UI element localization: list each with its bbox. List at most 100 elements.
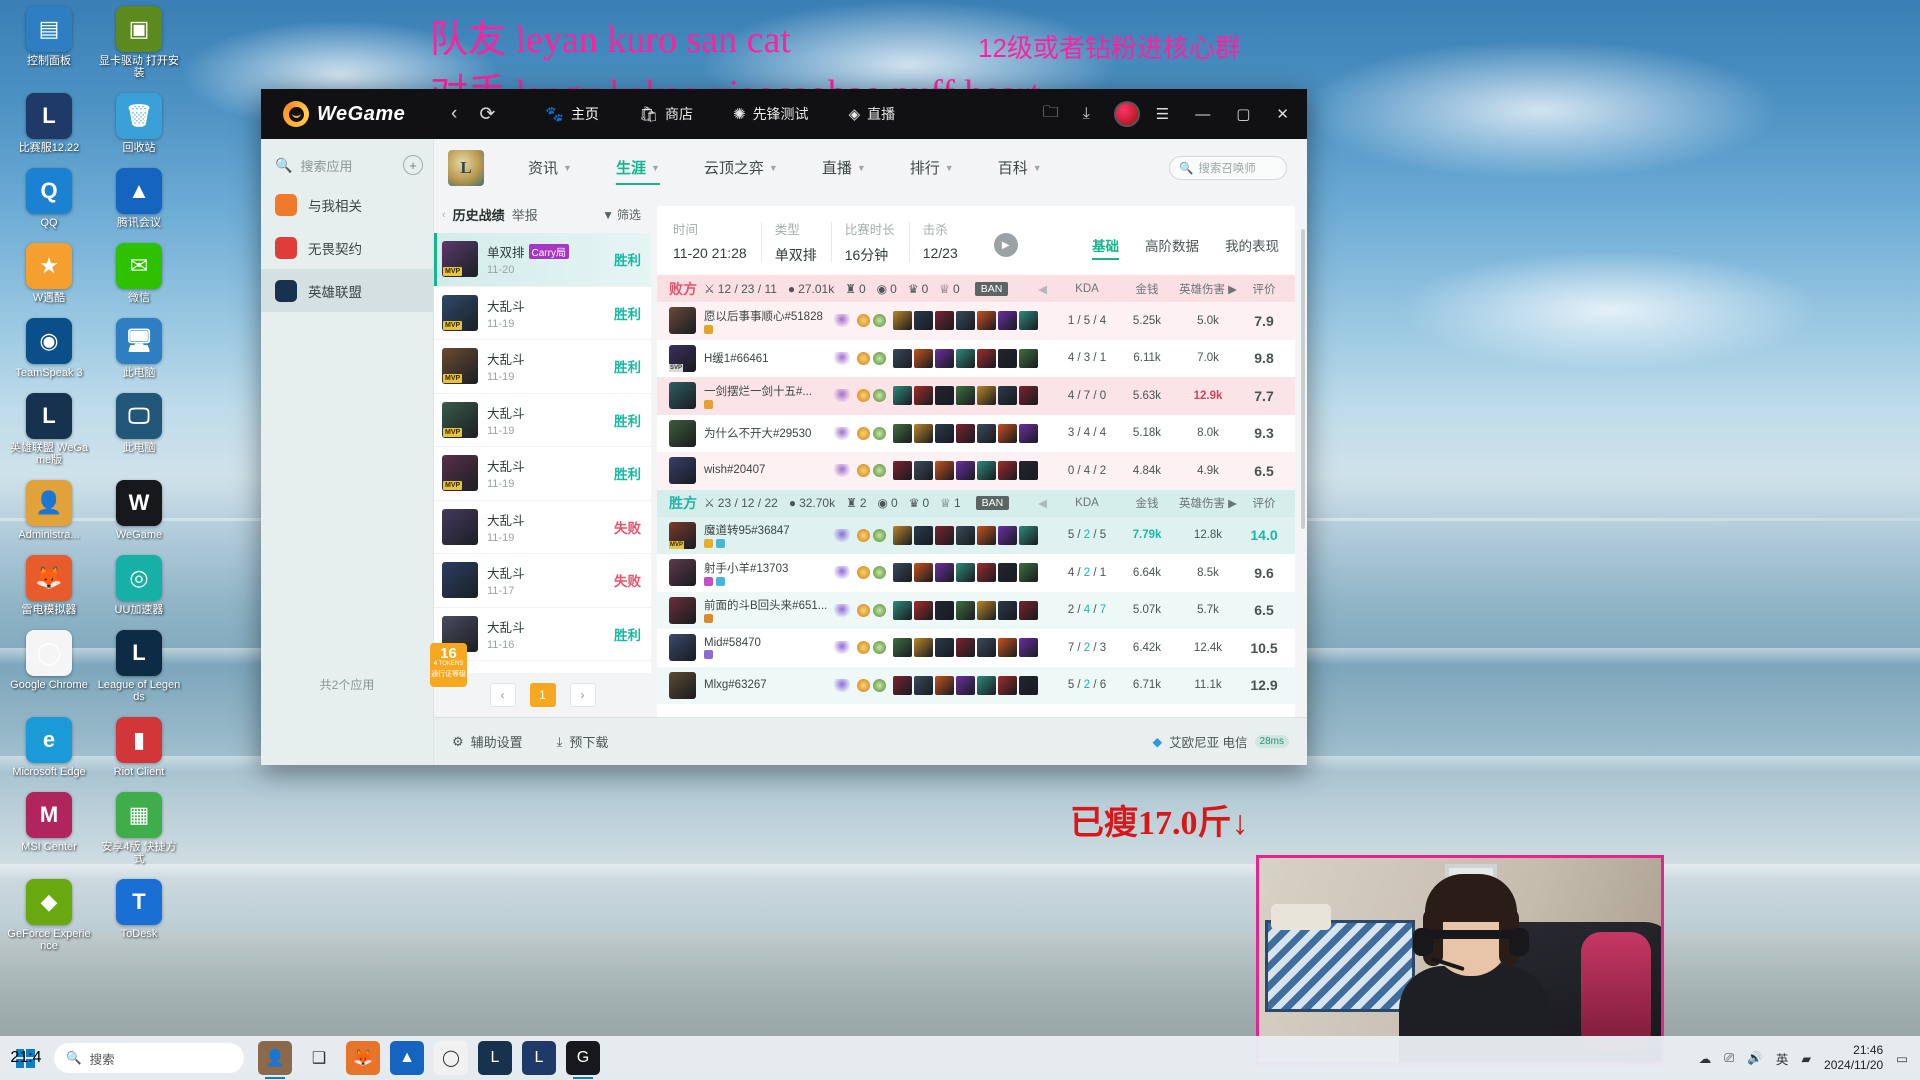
desktop-icon[interactable]: ▤ 控制面板 <box>6 6 92 67</box>
spell-1-icon[interactable] <box>857 351 870 365</box>
lol-tab-百科[interactable]: 百科 ▼ <box>976 157 1064 178</box>
item-slot[interactable] <box>935 423 954 443</box>
item-slot[interactable] <box>977 311 996 331</box>
item-slot[interactable] <box>893 638 912 658</box>
item-slot[interactable] <box>998 563 1017 583</box>
champion-portrait[interactable]: SVP <box>669 344 696 372</box>
spell-2-icon[interactable] <box>873 678 886 692</box>
item-slot[interactable] <box>935 600 954 620</box>
player-name[interactable]: H缓1#66461 <box>704 350 832 366</box>
taskbar-webcam-app[interactable]: 👤 <box>258 1041 292 1079</box>
ban-label[interactable]: BAN <box>975 496 1010 510</box>
desktop-icon[interactable]: 🗑 回收站 <box>96 93 182 154</box>
desktop-icon[interactable]: 🖥 此电脑 <box>96 318 182 379</box>
spell-2-icon[interactable] <box>873 603 886 617</box>
player-name[interactable]: 一剑摆烂一剑十五#... <box>704 383 832 399</box>
item-slot[interactable] <box>977 525 996 545</box>
player-row[interactable]: SVP H缓1#66461 4 / 3 / 1 6.11k 7.0k 9.8 <box>657 339 1295 377</box>
spell-1-icon[interactable] <box>857 389 870 403</box>
download-icon[interactable]: ⤓ <box>1083 105 1090 123</box>
match-row[interactable]: MVP 大乱斗 11-19 胜利 <box>434 340 651 394</box>
chevron-left-icon[interactable]: ◀ <box>1038 496 1047 510</box>
item-slot[interactable] <box>956 563 975 583</box>
item-slot[interactable] <box>998 461 1017 481</box>
item-slot[interactable] <box>935 675 954 695</box>
filter-button[interactable]: ▼ 筛选 <box>602 206 641 223</box>
spell-2-icon[interactable] <box>873 426 886 440</box>
item-slot[interactable] <box>935 311 954 331</box>
spell-2-icon[interactable] <box>873 528 886 542</box>
detail-tab-高阶数据[interactable]: 高阶数据 <box>1145 235 1199 260</box>
titlebar-tab-直播[interactable]: ◈ 直播 <box>849 104 896 124</box>
item-slot[interactable] <box>914 348 933 368</box>
item-slot[interactable] <box>977 348 996 368</box>
item-slot[interactable] <box>1019 423 1038 443</box>
spell-2-icon[interactable] <box>873 351 886 365</box>
taskbar-wegame-app[interactable]: G <box>566 1041 600 1079</box>
champion-portrait[interactable] <box>669 596 696 624</box>
item-slot[interactable] <box>893 461 912 481</box>
detail-tab-我的表现[interactable]: 我的表现 <box>1225 235 1279 260</box>
menu-icon[interactable]: ☰ <box>1156 105 1169 123</box>
item-slot[interactable] <box>998 525 1017 545</box>
item-slot[interactable] <box>998 638 1017 658</box>
app-search[interactable]: 🔍 搜索应用 + <box>261 139 433 183</box>
maximize-icon[interactable]: ▢ <box>1236 105 1250 123</box>
spell-1-icon[interactable] <box>857 464 870 478</box>
notification-icon[interactable]: ▭ <box>1896 1051 1908 1066</box>
player-row[interactable]: 愿以后事事顺心#51828 1 / 5 / 4 5.25k 5.0k 7.9 <box>657 302 1295 340</box>
desktop-icon[interactable]: ◆ GeForce Experience <box>6 879 92 952</box>
sidebar-item-英雄联盟[interactable]: 英雄联盟 <box>261 269 433 312</box>
item-slot[interactable] <box>893 386 912 406</box>
match-row[interactable]: MVP 大乱斗 11-19 胜利 <box>434 447 651 501</box>
desktop-icon[interactable]: 👤 Administra... <box>6 480 92 541</box>
taskbar-task-view[interactable]: ❑ <box>302 1041 336 1075</box>
item-slot[interactable] <box>1019 461 1038 481</box>
item-slot[interactable] <box>977 675 996 695</box>
item-slot[interactable] <box>956 638 975 658</box>
champion-portrait[interactable] <box>669 382 696 410</box>
champion-portrait[interactable] <box>669 457 696 485</box>
player-name[interactable]: wish#20407 <box>704 464 832 476</box>
player-name[interactable]: Mlxg#63267 <box>704 679 832 691</box>
sidebar-item-与我相关[interactable]: 与我相关 <box>261 183 433 226</box>
item-slot[interactable] <box>956 386 975 406</box>
item-slot[interactable] <box>977 423 996 443</box>
player-row[interactable]: 为什么不开大#29530 3 / 4 / 4 5.18k 8.0k 9.3 <box>657 414 1295 452</box>
taskbar-tencent-meeting-app[interactable]: ▲ <box>390 1041 424 1075</box>
minimize-icon[interactable]: — <box>1195 106 1210 123</box>
lol-tab-直播[interactable]: 直播 ▼ <box>800 157 888 178</box>
ime-indicator[interactable]: 英 <box>1776 1049 1789 1068</box>
report-button[interactable]: 举报 <box>512 205 538 224</box>
add-app-button[interactable]: + <box>403 155 423 175</box>
champion-portrait[interactable] <box>669 559 696 587</box>
item-slot[interactable] <box>1019 348 1038 368</box>
item-slot[interactable] <box>956 311 975 331</box>
spell-1-icon[interactable] <box>857 426 870 440</box>
desktop-icon[interactable]: 🦊 雷电模拟器 <box>6 555 92 616</box>
item-slot[interactable] <box>935 386 954 406</box>
item-slot[interactable] <box>914 461 933 481</box>
avatar[interactable] <box>1113 101 1140 127</box>
desktop-icon[interactable]: L 英雄联盟 WeGame版 <box>6 393 92 466</box>
item-slot[interactable] <box>935 348 954 368</box>
item-slot[interactable] <box>914 638 933 658</box>
item-slot[interactable] <box>914 311 933 331</box>
desktop-icon[interactable]: Q QQ <box>6 168 92 229</box>
player-name[interactable]: 愿以后事事顺心#51828 <box>704 308 832 324</box>
item-slot[interactable] <box>998 386 1017 406</box>
desktop-icon[interactable]: W WeGame <box>96 480 182 541</box>
item-slot[interactable] <box>956 348 975 368</box>
item-slot[interactable] <box>998 675 1017 695</box>
spell-2-icon[interactable] <box>873 464 886 478</box>
detail-tab-基础[interactable]: 基础 <box>1092 235 1119 260</box>
desktop-icon[interactable]: ◯ Google Chrome <box>6 630 92 691</box>
refresh-icon[interactable]: ⟳ <box>479 103 495 126</box>
desktop-icon[interactable]: e Microsoft Edge <box>6 717 92 778</box>
item-slot[interactable] <box>956 423 975 443</box>
chevron-left-icon[interactable]: ◀ <box>1038 282 1047 296</box>
pass-level-badge[interactable]: 16 4 TOKENS 通行证等级 <box>430 643 467 687</box>
player-row[interactable]: 射手小羊#13703 4 / 2 / 1 6.64k 8.5k 9.6 <box>657 554 1295 592</box>
item-slot[interactable] <box>935 638 954 658</box>
taskbar-lol-app[interactable]: L <box>478 1041 512 1075</box>
